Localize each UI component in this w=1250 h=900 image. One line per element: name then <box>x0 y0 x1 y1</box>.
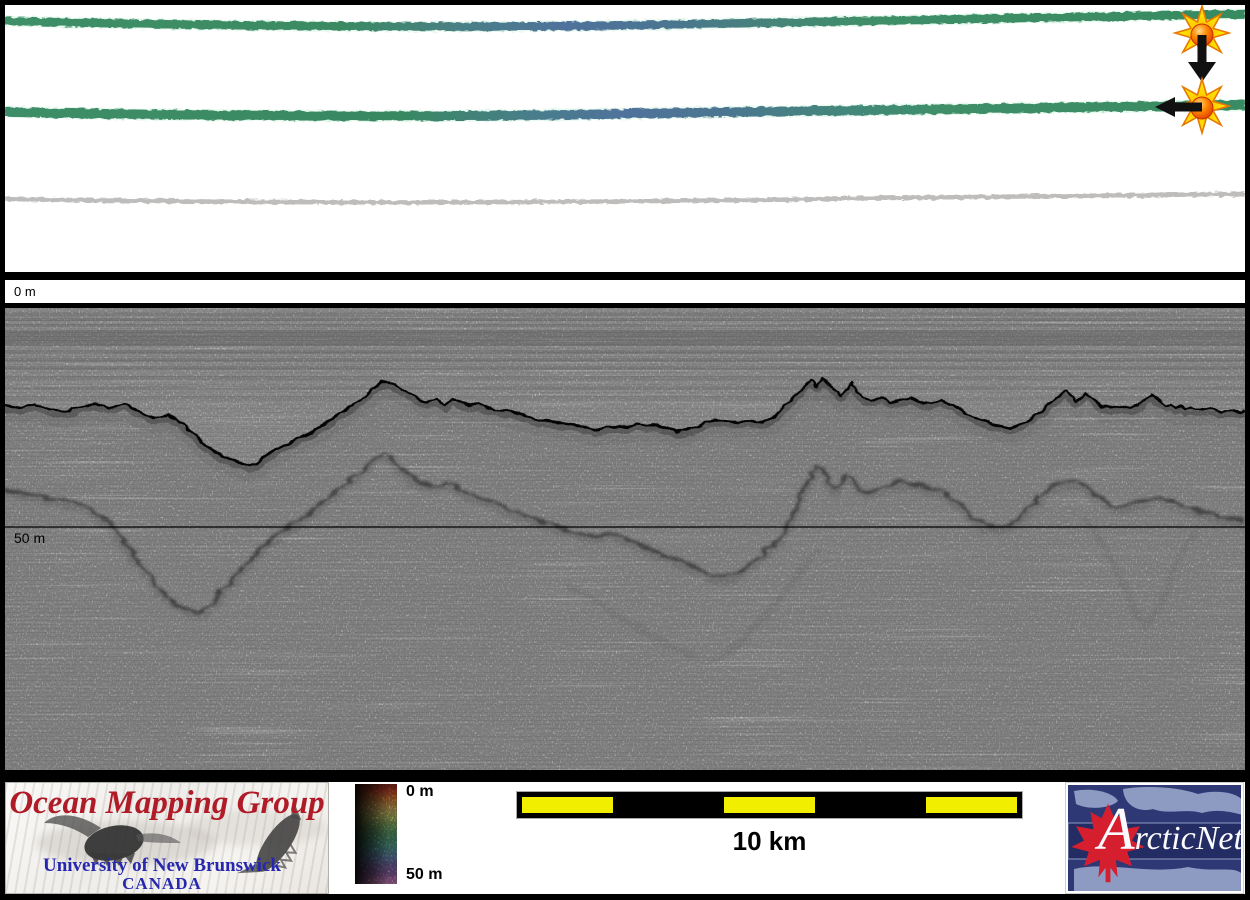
arcticnet-wordmark: ArcticNet <box>1098 799 1241 859</box>
depth-colorbar <box>355 784 397 884</box>
omg-country: CANADA <box>6 874 318 894</box>
track-map-viewport[interactable] <box>5 5 1245 272</box>
colorbar-top-label: 0 m <box>406 783 434 801</box>
scalebar-segment <box>724 797 815 813</box>
track-line-2 <box>5 105 1245 116</box>
footer-bar: Ocean Mapping Group University of New Br… <box>5 782 1245 894</box>
echogram-canvas <box>5 308 1245 770</box>
colorbar-shading <box>355 784 397 884</box>
surface-label-strip: 0 m <box>5 280 1245 303</box>
omg-logo: Ocean Mapping Group University of New Br… <box>5 782 329 894</box>
omg-viewer-window: 0 m <box>0 0 1250 900</box>
colorbar-bottom-label: 50 m <box>406 866 442 884</box>
scalebar-segment <box>926 797 1017 813</box>
omg-title: Ocean Mapping Group <box>6 785 328 822</box>
scalebar-label: 10 km <box>517 826 1022 857</box>
arcticnet-initial: A <box>1098 796 1135 862</box>
arcticnet-logo-inner: ArcticNet <box>1068 785 1241 891</box>
subbottom-profile-viewport[interactable]: 50 m <box>5 308 1245 770</box>
map-scalebar <box>517 792 1022 818</box>
track-line-3 <box>5 194 1245 202</box>
track-map-canvas <box>5 5 1245 272</box>
surface-depth-label: 0 m <box>14 284 36 299</box>
scalebar-segment <box>522 797 613 813</box>
arcticnet-rest: rcticNet <box>1135 820 1241 857</box>
arcticnet-logo: ArcticNet <box>1065 782 1244 894</box>
survey-track-lines <box>5 14 1245 202</box>
depth-line-label: 50 m <box>14 530 45 546</box>
